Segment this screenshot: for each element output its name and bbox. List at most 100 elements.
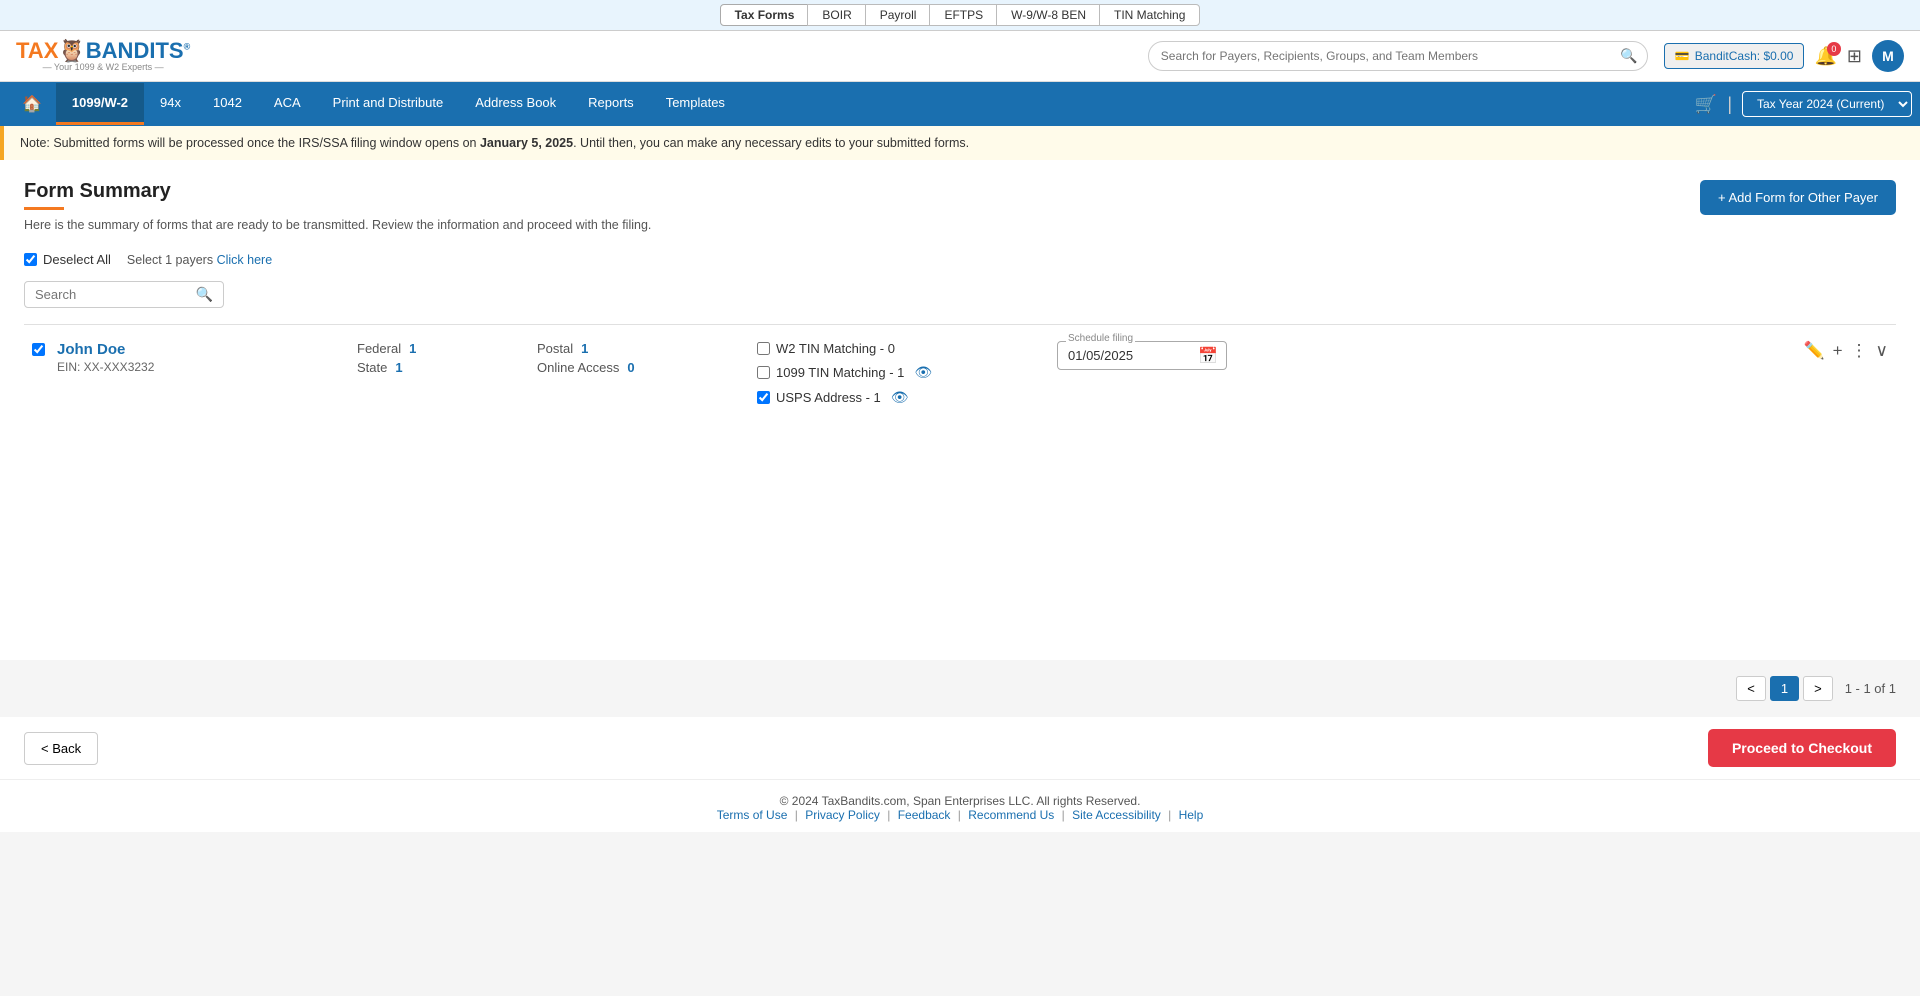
footer-link-help[interactable]: Help [1179,808,1204,822]
payer-info: John Doe EIN: XX-XXX3232 [57,341,317,374]
top-nav-eftps[interactable]: EFTPS [929,4,998,26]
controls-row: Deselect All Select 1 payers Click here [24,252,1896,267]
page-info: 1 - 1 of 1 [1845,681,1896,696]
notification-button[interactable]: 🔔 0 [1814,46,1836,67]
bandit-cash-button[interactable]: 💳 BanditCash: $0.00 [1664,43,1805,69]
payer-state: State 1 [357,360,497,375]
home-button[interactable]: 🏠 [8,82,56,126]
nav-item-aca[interactable]: ACA [258,83,317,125]
top-nav-w9[interactable]: W-9/W-8 BEN [996,4,1101,26]
footer-copyright: © 2024 TaxBandits.com, Span Enterprises … [0,794,1920,808]
add-icon[interactable]: + [1833,341,1843,361]
nav-divider: | [1727,94,1732,115]
nav-item-94x[interactable]: 94x [144,83,197,125]
schedule-date-value: 01/05/2025 [1068,348,1133,363]
apps-button[interactable]: ⊞ [1847,46,1862,67]
logo-subtitle: — Your 1099 & W2 Experts — [16,63,190,73]
year-selector[interactable]: Tax Year 2024 (Current) [1742,91,1912,117]
footer: © 2024 TaxBandits.com, Span Enterprises … [0,779,1920,832]
footer-link-privacy[interactable]: Privacy Policy [805,808,880,822]
top-nav: Tax Forms BOIR Payroll EFTPS W-9/W-8 BEN… [0,0,1920,31]
bottom-actions: < Back Proceed to Checkout [0,717,1920,779]
nav-item-address[interactable]: Address Book [459,83,572,125]
payer-checkboxes: W2 TIN Matching - 0 1099 TIN Matching - … [757,341,1017,406]
footer-link-recommend[interactable]: Recommend Us [968,808,1054,822]
top-nav-payroll[interactable]: Payroll [865,4,932,26]
next-page-button[interactable]: > [1803,676,1833,701]
usps-address-checkbox[interactable] [757,391,770,404]
form-summary-left: Form Summary Here is the summary of form… [24,180,651,244]
top-nav-tin-matching[interactable]: TIN Matching [1099,4,1200,26]
postal-item: Postal 1 [537,341,717,356]
cart-icon[interactable]: 🛒 [1695,94,1717,115]
note-date: January 5, 2025 [480,136,573,150]
deselect-all-checkbox[interactable] [24,253,37,266]
deselect-all-label: Deselect All [43,252,111,267]
note-text-after: . Until then, you can make any necessary… [573,136,969,150]
w2-tin-matching-item: W2 TIN Matching - 0 [757,341,1017,356]
postal-value[interactable]: 1 [581,341,588,356]
search-box: 🔍 [24,281,224,308]
usps-eye-icon[interactable]: 👁 [891,389,909,406]
top-nav-boir[interactable]: BOIR [807,4,866,26]
tin1099-checkbox[interactable] [757,366,770,379]
payer-postal: Postal 1 Online Access 0 [537,341,717,375]
w2-tin-checkbox[interactable] [757,342,770,355]
bandit-cash-icon: 💳 [1675,49,1690,63]
tin1099-eye-icon[interactable]: 👁 [914,364,932,381]
nav-item-print[interactable]: Print and Distribute [317,83,460,125]
footer-link-accessibility[interactable]: Site Accessibility [1072,808,1161,822]
footer-links: Terms of Use | Privacy Policy | Feedback… [0,808,1920,822]
header-right: 💳 BanditCash: $0.00 🔔 0 ⊞ M [1664,40,1904,72]
federal-value[interactable]: 1 [409,341,416,356]
header: TAX🦉BANDITS® — Your 1099 & W2 Experts — … [0,31,1920,82]
payer-search-input[interactable] [35,287,190,302]
main-nav: 🏠 1099/W-2 94x 1042 ACA Print and Distri… [0,82,1920,126]
tin1099-label: 1099 TIN Matching - 1 [776,365,904,380]
search-input[interactable] [1148,41,1648,71]
logo-text: TAX🦉BANDITS® [16,39,190,63]
avatar[interactable]: M [1872,40,1904,72]
notification-badge: 0 [1827,42,1841,56]
note-text: Note: Submitted forms will be processed … [20,136,480,150]
nav-item-templates[interactable]: Templates [650,83,741,125]
w2-tin-label: W2 TIN Matching - 0 [776,341,895,356]
payer-federal: Federal 1 [357,341,497,356]
schedule-label: Schedule filing [1066,333,1135,344]
form-summary-desc: Here is the summary of forms that are re… [24,218,651,232]
edit-icon[interactable]: ✏️ [1803,341,1824,361]
nav-item-reports[interactable]: Reports [572,83,650,125]
back-button[interactable]: < Back [24,732,98,765]
schedule-box: Schedule filing 01/05/2025 📅 [1057,341,1227,370]
add-form-button[interactable]: + Add Form for Other Payer [1700,180,1896,215]
footer-link-feedback[interactable]: Feedback [898,808,951,822]
nav-item-1099w2[interactable]: 1099/W-2 [56,83,144,125]
expand-icon[interactable]: ∨ [1876,341,1888,361]
top-nav-tax-forms[interactable]: Tax Forms [720,4,810,26]
tin1099-matching-item: 1099 TIN Matching - 1 👁 [757,364,1017,381]
select-payers-text: Select 1 payers Click here [127,253,272,267]
note-banner: Note: Submitted forms will be processed … [0,126,1920,160]
payer-filing: Federal 1 State 1 [357,341,497,375]
payer-name[interactable]: John Doe [57,341,317,358]
payer-checkbox[interactable] [32,343,45,356]
state-label: State [357,360,387,375]
title-underline [24,207,64,210]
state-value[interactable]: 1 [395,360,402,375]
checkout-button[interactable]: Proceed to Checkout [1708,729,1896,767]
payer-ein: EIN: XX-XXX3232 [57,360,317,374]
current-page-button[interactable]: 1 [1770,676,1799,701]
nav-item-1042[interactable]: 1042 [197,83,258,125]
payer-search-icon[interactable]: 🔍 [196,286,213,303]
prev-page-button[interactable]: < [1736,676,1766,701]
online-access-value[interactable]: 0 [627,360,634,375]
logo: TAX🦉BANDITS® — Your 1099 & W2 Experts — [16,39,190,73]
click-here-link[interactable]: Click here [217,253,273,267]
calendar-icon[interactable]: 📅 [1198,346,1218,366]
footer-link-terms[interactable]: Terms of Use [717,808,788,822]
content: Form Summary Here is the summary of form… [0,160,1920,660]
form-summary-header: Form Summary Here is the summary of form… [24,180,1896,244]
more-icon[interactable]: ⋮ [1851,341,1868,361]
usps-address-item: USPS Address - 1 👁 [757,389,1017,406]
online-access-label: Online Access [537,360,619,375]
